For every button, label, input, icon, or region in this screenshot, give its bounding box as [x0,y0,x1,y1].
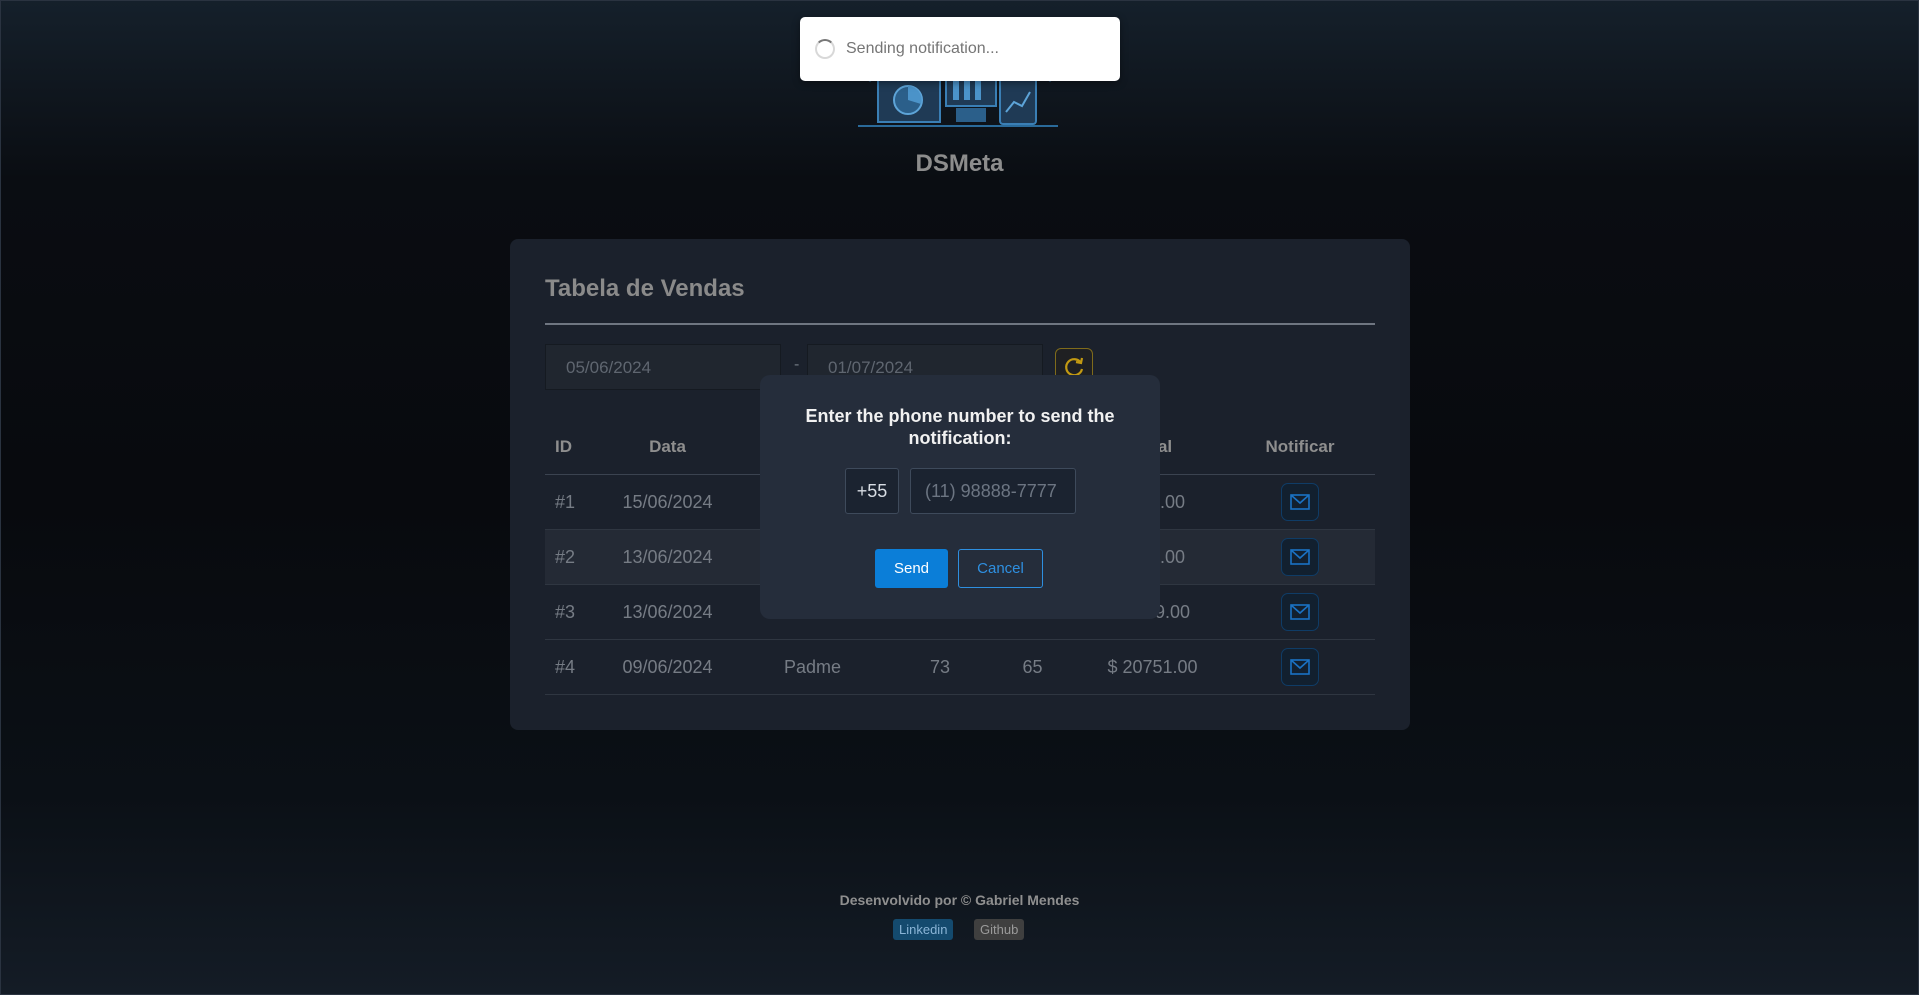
cell-id: #1 [545,474,605,530]
cell-notify [1225,584,1375,640]
phone-modal: Enter the phone number to send the notif… [760,375,1160,619]
modal-title: Enter the phone number to send the notif… [805,406,1115,448]
card-title: Tabela de Vendas [545,275,745,302]
cell-date: 09/06/2024 [605,639,730,695]
brand-title: DSMeta [915,150,1004,177]
col-date: Data [605,419,730,475]
cell-id: #2 [545,529,605,585]
linkedin-link[interactable]: Linkedin [893,919,954,940]
table-row: #4 09/06/2024 Padme 73 65 $ 20751.00 [545,639,1375,695]
cancel-button[interactable]: Cancel [958,549,1043,588]
cell-visited: 73 [895,639,985,695]
cell-total: $ 20751.00 [1080,639,1225,695]
notify-button[interactable] [1281,648,1319,686]
cell-notify [1225,529,1375,585]
notify-button[interactable] [1281,538,1319,576]
footer-credit: Desenvolvido por © Gabriel Mendes [839,892,1080,908]
title-divider [545,323,1375,325]
mail-icon [1290,659,1310,675]
phone-input[interactable] [910,468,1076,514]
notify-button[interactable] [1281,483,1319,521]
cell-notify [1225,639,1375,695]
cell-date: 13/06/2024 [605,584,730,640]
mail-icon [1290,604,1310,620]
col-notify: Notificar [1225,419,1375,475]
notify-button[interactable] [1281,593,1319,631]
cell-date: 15/06/2024 [605,474,730,530]
min-date-picker[interactable]: 05/06/2024 [545,344,781,390]
cell-id: #3 [545,584,605,640]
date-separator: - [794,356,800,373]
loading-toast: Sending notification... [800,17,1120,81]
country-code: +55 [845,468,899,514]
col-id: ID [545,419,605,475]
cell-date: 13/06/2024 [605,529,730,585]
mail-icon [1290,549,1310,565]
cell-seller: Padme [730,639,895,695]
toast-message: Sending notification... [846,40,999,57]
send-button[interactable]: Send [875,549,948,588]
cell-id: #4 [545,639,605,695]
cell-deals: 65 [985,639,1080,695]
github-link[interactable]: Github [974,919,1025,940]
cell-notify [1225,474,1375,530]
spinner-icon [815,39,835,59]
mail-icon [1290,494,1310,510]
